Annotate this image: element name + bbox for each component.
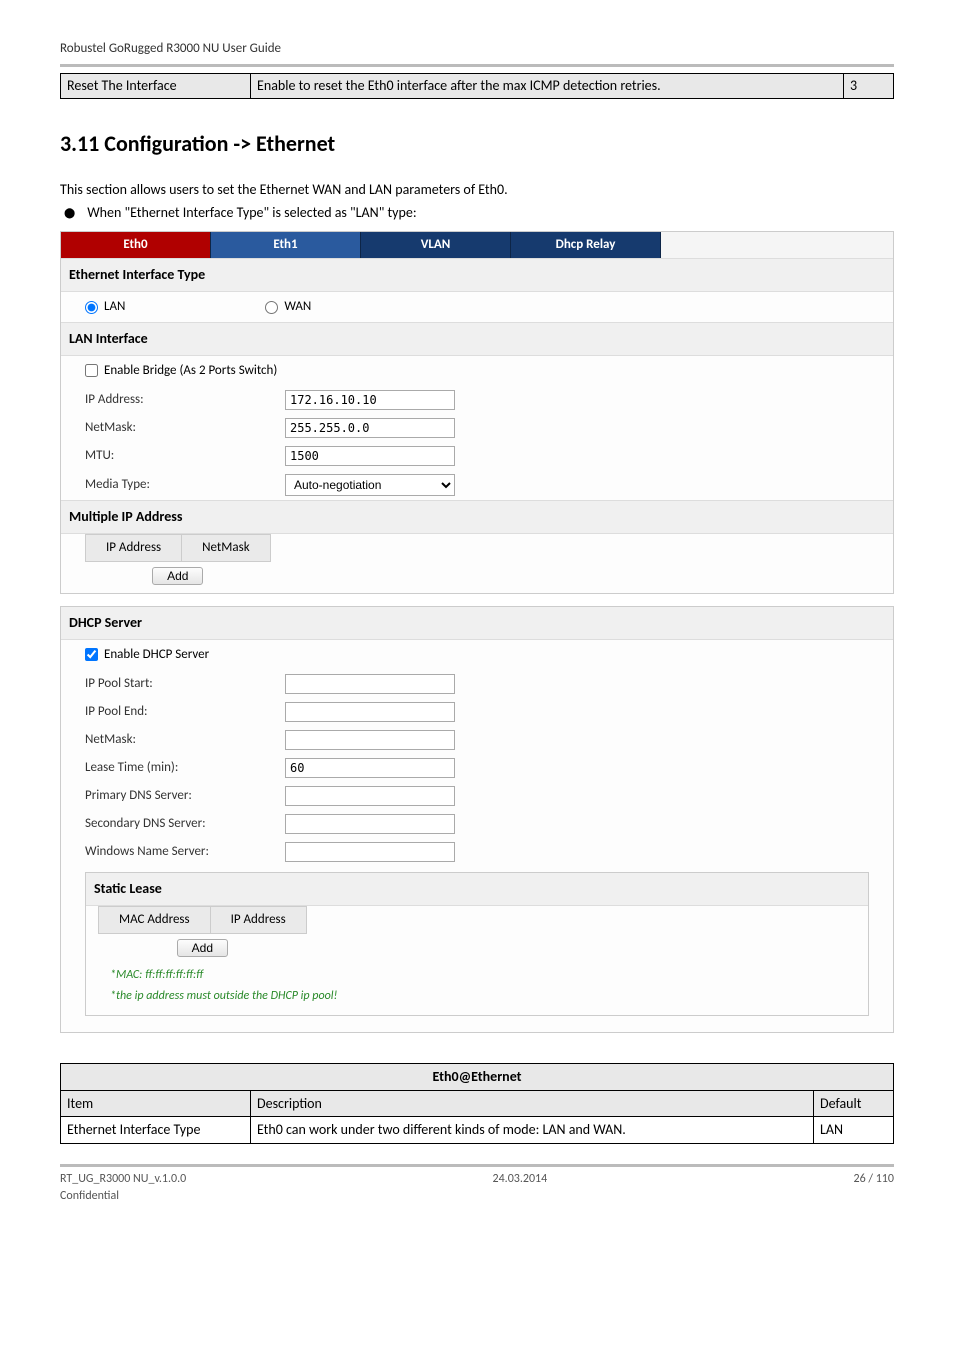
bridge-label: Enable Bridge (As 2 Ports Switch)	[104, 362, 277, 380]
tab-dhcp-relay[interactable]: Dhcp Relay	[511, 232, 661, 258]
netmask-label: NetMask:	[85, 419, 285, 437]
col-ip: IP Address	[86, 534, 182, 561]
static-lease-table: MAC Address IP Address Add	[98, 906, 307, 958]
cell-item: Reset The Interface	[61, 74, 251, 99]
lease-label: Lease Time (min):	[85, 759, 285, 777]
dhcp-netmask-label: NetMask:	[85, 731, 285, 749]
dhcp-server-panel: DHCP Server Enable DHCP Server IP Pool S…	[60, 606, 894, 1033]
desc-head-default: Default	[814, 1090, 894, 1117]
dhcp-netmask-input[interactable]	[285, 730, 455, 750]
col-mac: MAC Address	[99, 906, 211, 933]
mtu-label: MTU:	[85, 447, 285, 465]
pool-end-label: IP Pool End:	[85, 703, 285, 721]
footer-confidential: Confidential	[60, 1188, 186, 1205]
footer-date: 24.03.2014	[493, 1171, 548, 1205]
multiple-ip-table: IP Address NetMask Add	[85, 534, 271, 586]
add-button[interactable]: Add	[152, 567, 203, 585]
footer-page: 26 / 110	[854, 1171, 894, 1205]
bullet-icon: ⬤	[64, 203, 75, 223]
desc-head-desc: Description	[251, 1090, 814, 1117]
section-heading: 3.11 Configuration -> Ethernet	[60, 129, 894, 160]
enable-dhcp-label: Enable DHCP Server	[104, 646, 209, 664]
ip-address-input[interactable]	[285, 390, 455, 410]
primary-dns-label: Primary DNS Server:	[85, 787, 285, 805]
radio-lan-label: LAN	[104, 298, 125, 316]
tab-eth0[interactable]: Eth0	[61, 232, 211, 258]
ip-address-label: IP Address:	[85, 391, 285, 409]
lease-input[interactable]	[285, 758, 455, 778]
media-type-label: Media Type:	[85, 476, 285, 494]
pool-start-label: IP Pool Start:	[85, 675, 285, 693]
col-ip2: IP Address	[210, 906, 306, 933]
desc-row1-item: Ethernet Interface Type	[61, 1117, 251, 1144]
footer-version: RT_UG_R3000 NU_v.1.0.0	[60, 1171, 186, 1188]
radio-wan-label: WAN	[284, 298, 311, 316]
desc-row1-desc: Eth0 can work under two different kinds …	[251, 1117, 814, 1144]
pool-end-input[interactable]	[285, 702, 455, 722]
pool-start-input[interactable]	[285, 674, 455, 694]
tab-bar: Eth0 Eth1 VLAN Dhcp Relay	[61, 232, 893, 258]
hint-ip: *the ip address must outside the DHCP ip…	[86, 986, 868, 1007]
tab-eth1[interactable]: Eth1	[211, 232, 361, 258]
cell-desc: Enable to reset the Eth0 interface after…	[251, 74, 844, 99]
bullet-text: When "Ethernet Interface Type" is select…	[87, 203, 416, 223]
radio-wan-input[interactable]	[265, 301, 278, 314]
radio-wan[interactable]: WAN	[265, 298, 311, 316]
wins-input[interactable]	[285, 842, 455, 862]
bridge-checkbox[interactable]	[85, 364, 98, 377]
eth0-description-table: Eth0@Ethernet Item Description Default E…	[60, 1063, 894, 1144]
group-static-lease: Static Lease	[86, 873, 868, 906]
tab-vlan[interactable]: VLAN	[361, 232, 511, 258]
page-header: Robustel GoRugged R3000 NU User Guide	[60, 40, 894, 67]
ethernet-config-panel: Eth0 Eth1 VLAN Dhcp Relay Ethernet Inter…	[60, 231, 894, 594]
netmask-input[interactable]	[285, 418, 455, 438]
desc-head-item: Item	[61, 1090, 251, 1117]
desc-row1-default: LAN	[814, 1117, 894, 1144]
reset-interface-table: Reset The Interface Enable to reset the …	[60, 73, 894, 99]
mtu-input[interactable]	[285, 446, 455, 466]
static-lease-box: Static Lease MAC Address IP Address Add …	[85, 872, 869, 1016]
cell-default: 3	[844, 74, 894, 99]
tab-spacer	[661, 232, 893, 258]
radio-lan[interactable]: LAN	[85, 298, 125, 316]
group-multiple-ip: Multiple IP Address	[61, 500, 893, 534]
enable-dhcp-checkbox[interactable]	[85, 648, 98, 661]
section-intro: This section allows users to set the Eth…	[60, 180, 894, 200]
desc-title: Eth0@Ethernet	[61, 1064, 894, 1091]
col-netmask: NetMask	[182, 534, 270, 561]
media-type-select[interactable]: Auto-negotiation	[285, 474, 455, 496]
page-footer: RT_UG_R3000 NU_v.1.0.0 Confidential 24.0…	[60, 1164, 894, 1205]
secondary-dns-label: Secondary DNS Server:	[85, 815, 285, 833]
hint-mac: *MAC: ff:ff:ff:ff:ff:ff	[86, 965, 868, 986]
radio-lan-input[interactable]	[85, 301, 98, 314]
group-eth-iface-type: Ethernet Interface Type	[61, 258, 893, 292]
secondary-dns-input[interactable]	[285, 814, 455, 834]
group-lan-interface: LAN Interface	[61, 322, 893, 356]
wins-label: Windows Name Server:	[85, 843, 285, 861]
add-lease-button[interactable]: Add	[177, 939, 228, 957]
group-dhcp: DHCP Server	[61, 607, 893, 640]
primary-dns-input[interactable]	[285, 786, 455, 806]
